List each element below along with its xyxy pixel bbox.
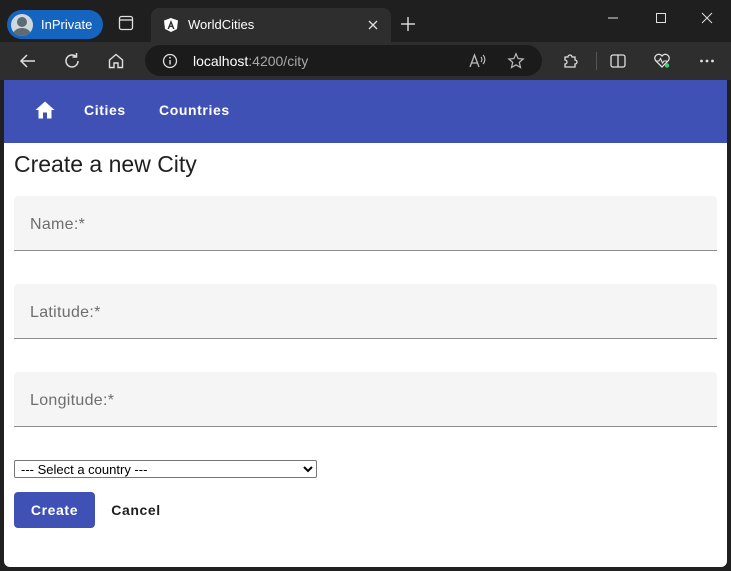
read-aloud-icon[interactable] (468, 52, 486, 70)
tab-strip: InPrivate WorldCities (0, 0, 731, 48)
maximize-button[interactable] (638, 6, 684, 30)
browser-essentials-icon[interactable] (653, 52, 671, 70)
home-button[interactable] (105, 50, 127, 72)
more-icon[interactable] (698, 52, 716, 70)
tab-title: WorldCities (188, 17, 255, 32)
info-icon[interactable] (162, 53, 178, 69)
inprivate-badge[interactable]: InPrivate (7, 10, 103, 39)
name-field[interactable]: Name:* (14, 196, 717, 251)
url-text: localhost:4200/city (193, 53, 308, 69)
inprivate-label: InPrivate (41, 17, 93, 32)
cancel-button[interactable]: Cancel (101, 492, 171, 528)
address-bar[interactable]: localhost:4200/city (145, 45, 542, 76)
latitude-field[interactable]: Latitude:* (14, 284, 717, 339)
close-window-icon (701, 12, 713, 24)
favorite-star-icon[interactable] (507, 52, 525, 70)
browser-toolbar: localhost:4200/city (0, 42, 731, 80)
new-tab-icon[interactable] (400, 16, 416, 32)
home-icon[interactable] (35, 101, 55, 119)
back-button[interactable] (17, 50, 39, 72)
extensions-icon[interactable] (561, 52, 579, 70)
back-icon (19, 54, 35, 68)
nav-link-countries[interactable]: Countries (159, 102, 230, 118)
longitude-field[interactable]: Longitude:* (14, 372, 717, 427)
country-select[interactable]: --- Select a country --- (14, 460, 317, 478)
browser-window: InPrivate WorldCities localhost:4200/cit… (0, 0, 731, 571)
tab-actions-icon[interactable] (118, 15, 134, 31)
page-viewport: Cities Countries Create a new City Name:… (4, 80, 727, 567)
refresh-icon (65, 53, 79, 68)
toolbar-separator (596, 52, 597, 70)
maximize-icon (656, 13, 666, 23)
url-host: localhost (193, 53, 249, 69)
home-icon (108, 53, 124, 69)
close-window-button[interactable] (684, 6, 730, 30)
close-icon[interactable] (367, 19, 379, 31)
longitude-field-label: Longitude:* (30, 392, 115, 409)
create-button[interactable]: Create (14, 492, 95, 528)
name-field-label: Name:* (30, 216, 86, 233)
minimize-icon (608, 17, 618, 19)
avatar-icon (11, 13, 33, 36)
page-title: Create a new City (14, 151, 197, 177)
split-screen-icon[interactable] (609, 52, 627, 70)
minimize-button[interactable] (590, 6, 636, 30)
latitude-field-label: Latitude:* (30, 304, 101, 321)
url-path: :4200/city (248, 53, 309, 69)
app-toolbar: Cities Countries (4, 80, 727, 143)
angular-favicon-icon (164, 18, 178, 32)
refresh-button[interactable] (61, 50, 83, 72)
nav-link-cities[interactable]: Cities (84, 102, 126, 118)
